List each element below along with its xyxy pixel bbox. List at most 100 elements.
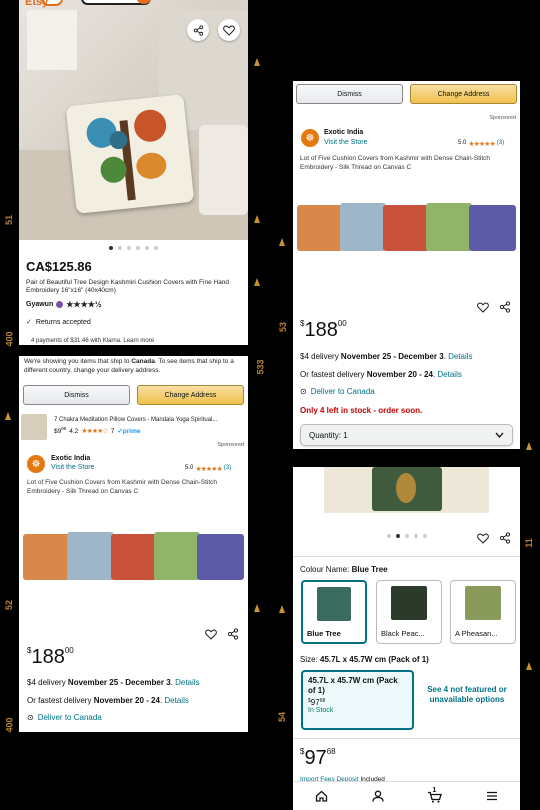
fastest-dates: November 20 - 24 — [366, 370, 433, 379]
change-address-button[interactable]: Change Address — [410, 84, 517, 104]
heart-icon — [477, 533, 489, 544]
carousel-dots[interactable] — [109, 246, 158, 250]
film-marker — [254, 215, 260, 223]
wishlist-button[interactable] — [205, 627, 217, 645]
details-link[interactable]: Details — [175, 678, 199, 687]
swatch-black-peacock[interactable]: Black Peac... — [376, 580, 442, 644]
cart-count: 1 — [432, 787, 437, 794]
seller-name[interactable]: Gyawun — [26, 301, 53, 308]
details-link[interactable]: Details — [437, 370, 461, 379]
share-button[interactable] — [187, 19, 209, 41]
colour-value: Blue Tree — [351, 565, 388, 574]
swatch-label: Blue Tree — [307, 629, 341, 638]
size-option-selected[interactable]: 45.7L x 45.7W cm (Pack of 1) $9768 In St… — [301, 670, 414, 730]
details-link[interactable]: Details — [164, 696, 188, 705]
deliver-to-link[interactable]: Deliver to Canada — [38, 713, 102, 722]
ad-title[interactable]: 7 Chakra Meditation Pillow Covers - Mand… — [54, 417, 217, 423]
quantity-select[interactable]: Quantity: 1 — [300, 424, 513, 446]
listing-title: Pair of Beautiful Tree Design Kashmiri C… — [26, 279, 230, 294]
chevron-down-icon — [495, 432, 504, 438]
share-icon — [499, 532, 511, 544]
fastest-delivery-info: Or fastest delivery November 20 - 24. De… — [27, 696, 189, 705]
product-image[interactable] — [297, 199, 516, 257]
deliver-to-row[interactable]: ⊙ Deliver to Canada — [300, 387, 375, 396]
dismiss-button[interactable]: Dismiss — [23, 385, 130, 405]
product-image[interactable] — [23, 528, 244, 584]
seller-row[interactable]: Gyawun ★★★★½ — [26, 300, 102, 309]
swatch-label: A Pheasan... — [455, 629, 498, 638]
seller-rating-stars: ★★★★½ — [66, 300, 102, 309]
see-more-options-link[interactable]: See 4 not featured or unavailable option… — [423, 685, 511, 705]
deliver-to-row[interactable]: ⊙ Deliver to Canada — [27, 713, 102, 722]
rating-row[interactable]: 5.0 ★★★★★ (3) — [458, 140, 504, 148]
film-number: 11 — [523, 538, 534, 548]
product-photo[interactable]: Etsy — [19, 0, 248, 240]
fastest-dates: November 20 - 24 — [93, 696, 160, 705]
brand-name: Exotic India — [51, 455, 91, 462]
size-label: Size: — [300, 655, 318, 664]
share-icon — [227, 628, 239, 640]
delivery-prefix: $4 delivery — [300, 352, 341, 361]
check-icon: ✓ — [26, 319, 32, 326]
product-photo[interactable] — [324, 467, 489, 513]
share-button[interactable] — [499, 531, 511, 549]
carousel-dots[interactable] — [387, 534, 427, 538]
account-icon[interactable] — [371, 790, 384, 802]
amazon-variant-panel: Colour Name: Blue Tree Blue Tree Black P… — [293, 467, 520, 810]
rating-value: 5.0 — [458, 140, 467, 146]
heart-icon — [223, 24, 235, 36]
delivery-info: $4 delivery November 25 - December 3. De… — [27, 678, 200, 687]
film-marker — [279, 238, 285, 246]
ship-notice: We're showing you items that ship to Can… — [24, 358, 244, 375]
share-button[interactable] — [499, 300, 511, 318]
details-link[interactable]: Details — [448, 352, 472, 361]
etsy-logo: Etsy — [25, 0, 49, 8]
share-icon — [193, 24, 203, 36]
favorite-button[interactable] — [218, 19, 240, 41]
dismiss-button[interactable]: Dismiss — [296, 84, 403, 104]
price-block: $9768 — [300, 747, 336, 770]
rating-count[interactable]: (3) — [224, 465, 231, 473]
swatch-pheasant[interactable]: A Pheasan... — [450, 580, 516, 644]
price-fraction: 68 — [326, 747, 336, 756]
share-button[interactable] — [227, 627, 239, 645]
rating-stars: ★★★★★ — [468, 141, 495, 148]
delivery-dates: November 25 - December 3 — [67, 678, 171, 687]
film-number: 533 — [255, 359, 266, 375]
wishlist-button[interactable] — [477, 531, 489, 549]
brand-logo[interactable]: ☸ — [301, 129, 319, 147]
location-pin-icon: ⊙ — [27, 713, 34, 722]
option-price: $9768 — [308, 698, 407, 707]
price-block: $18800 — [300, 319, 347, 342]
ad-meta: $999 4.2 ★★★★☆ 7 ✓prime — [54, 426, 140, 435]
product-description: Lot of Five Cushion Covers from Kashmir … — [300, 155, 491, 171]
film-marker — [254, 58, 260, 66]
home-icon[interactable] — [315, 790, 328, 802]
amazon-listing-panel-2: We're showing you items that ship to Can… — [19, 356, 248, 732]
swatch-blue-tree[interactable]: Blue Tree — [301, 580, 367, 644]
change-address-button[interactable]: Change Address — [137, 385, 244, 405]
visit-store-link[interactable]: Visit the Store — [51, 464, 94, 471]
size-row: Size: 45.7L x 45.7W cm (Pack of 1) — [300, 655, 429, 664]
visit-store-link[interactable]: Visit the Store — [324, 139, 367, 146]
star-seller-badge-icon — [56, 301, 64, 308]
returns-label: Returns accepted — [35, 318, 91, 326]
fastest-prefix: Or fastest delivery — [27, 696, 94, 705]
price-whole: 188 — [31, 646, 65, 668]
cart-button[interactable]: 1 — [427, 787, 443, 803]
location-pin-icon: ⊙ — [300, 387, 307, 396]
returns-row: ✓ Returns accepted — [26, 318, 91, 327]
rating-row[interactable]: 5.0 ★★★★★ (3) — [185, 465, 231, 473]
brand-logo[interactable]: ☸ — [27, 455, 45, 473]
stock-warning: Only 4 left in stock - order soon. — [300, 406, 423, 415]
price: CA$125.86 — [26, 259, 92, 274]
rating-count[interactable]: (3) — [497, 140, 504, 148]
ad-thumbnail[interactable] — [21, 414, 47, 440]
colour-name-row: Colour Name: Blue Tree — [300, 565, 388, 574]
wishlist-button[interactable] — [477, 300, 489, 318]
price-whole: 97 — [304, 747, 327, 769]
klarna-note[interactable]: 4 payments of $31.46 with Klarna. Learn … — [31, 338, 154, 344]
menu-icon[interactable] — [486, 791, 498, 801]
deliver-to-link[interactable]: Deliver to Canada — [311, 387, 375, 396]
film-number: 400 — [4, 331, 15, 347]
